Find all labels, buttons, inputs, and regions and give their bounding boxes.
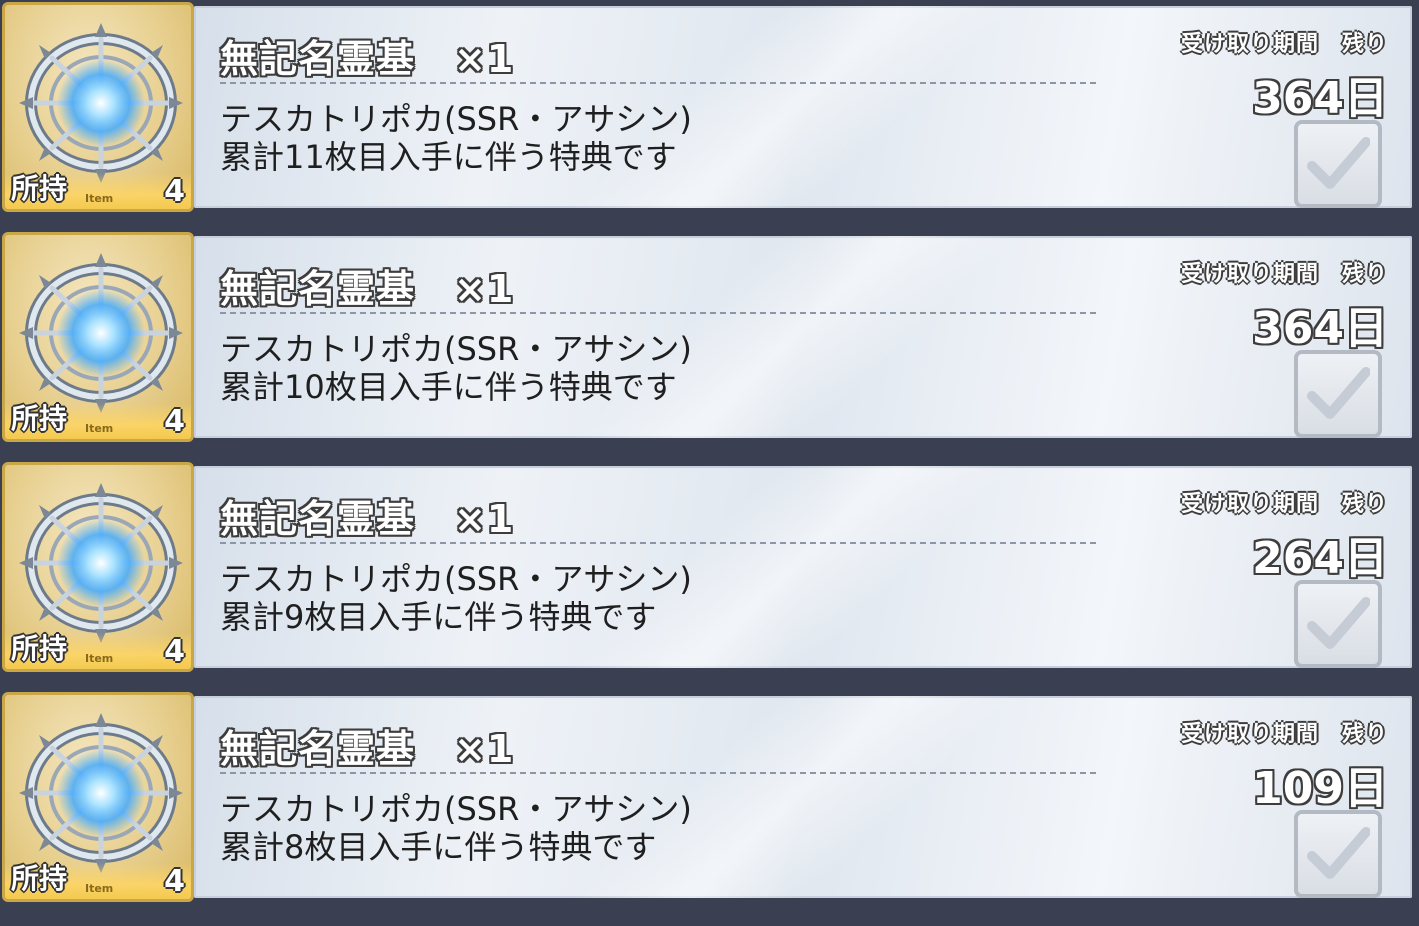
description-line-2: 累計11枚目入手に伴う特典です [220,138,677,176]
description-line-2: 累計9枚目入手に伴う特典です [220,598,657,636]
item-tag: Item [85,882,114,895]
present-row[interactable]: 所持 Item 4 無記名霊基 ×1 テスカトリポカ(SSR・アサシン) 累計8… [0,690,1419,904]
present-row[interactable]: 所持 Item 4 無記名霊基 ×1 テスカトリポカ(SSR・アサシン) 累計1… [0,230,1419,444]
item-tag: Item [85,652,114,665]
spirit-origin-icon [19,253,183,413]
days-remaining: 364日 [1252,303,1388,354]
spirit-origin-icon [19,713,183,873]
own-count: 4 [164,404,185,439]
divider [220,542,1096,544]
own-label: 所持 [11,862,68,895]
check-icon [1307,597,1370,649]
item-description: テスカトリポカ(SSR・アサシン) 累計11枚目入手に伴う特典です [220,100,692,176]
description-line-1: テスカトリポカ(SSR・アサシン) [220,100,692,138]
own-label: 所持 [11,172,68,205]
item-tag: Item [85,192,114,205]
days-remaining: 109日 [1252,763,1388,814]
description-line-2: 累計8枚目入手に伴う特典です [220,828,657,866]
days-remaining: 264日 [1252,533,1388,584]
description-line-2: 累計10枚目入手に伴う特典です [220,368,677,406]
spirit-origin-icon [19,23,183,183]
item-tag: Item [85,422,114,435]
period-label: 受け取り期間 残り [1180,262,1388,287]
item-title: 無記名霊基 ×1 [220,497,515,541]
divider [220,772,1096,774]
present-card[interactable]: 無記名霊基 ×1 テスカトリポカ(SSR・アサシン) 累計10枚目入手に伴う特典… [194,236,1412,438]
select-checkbox[interactable] [1294,810,1382,898]
item-thumbnail[interactable]: 所持 Item 4 [2,692,194,902]
own-count: 4 [164,174,185,209]
check-icon [1307,827,1370,879]
description-line-1: テスカトリポカ(SSR・アサシン) [220,330,692,368]
divider [220,82,1096,84]
description-line-1: テスカトリポカ(SSR・アサシン) [220,560,692,598]
period-label: 受け取り期間 残り [1180,32,1388,57]
item-title: 無記名霊基 ×1 [220,37,515,81]
own-count: 4 [164,634,185,669]
period-label: 受け取り期間 残り [1180,492,1388,517]
item-thumbnail[interactable]: 所持 Item 4 [2,2,194,212]
select-checkbox[interactable] [1294,580,1382,668]
item-title: 無記名霊基 ×1 [220,727,515,771]
item-description: テスカトリポカ(SSR・アサシン) 累計10枚目入手に伴う特典です [220,330,692,406]
period-label: 受け取り期間 残り [1180,722,1388,747]
own-label: 所持 [11,632,68,665]
item-thumbnail[interactable]: 所持 Item 4 [2,232,194,442]
spirit-origin-icon [19,483,183,643]
own-label: 所持 [11,402,68,435]
description-line-1: テスカトリポカ(SSR・アサシン) [220,790,692,828]
days-remaining: 364日 [1252,73,1388,124]
own-count: 4 [164,864,185,899]
item-description: テスカトリポカ(SSR・アサシン) 累計8枚目入手に伴う特典です [220,790,692,866]
present-card[interactable]: 無記名霊基 ×1 テスカトリポカ(SSR・アサシン) 累計11枚目入手に伴う特典… [194,6,1412,208]
check-icon [1307,137,1370,189]
check-icon [1307,367,1370,419]
present-list: 所持 Item 4 無記名霊基 ×1 テスカトリポカ(SSR・アサシン) 累計1… [0,0,1419,926]
select-checkbox[interactable] [1294,350,1382,438]
present-row[interactable]: 所持 Item 4 無記名霊基 ×1 テスカトリポカ(SSR・アサシン) 累計9… [0,460,1419,674]
item-description: テスカトリポカ(SSR・アサシン) 累計9枚目入手に伴う特典です [220,560,692,636]
present-row[interactable]: 所持 Item 4 無記名霊基 ×1 テスカトリポカ(SSR・アサシン) 累計1… [0,0,1419,214]
item-thumbnail[interactable]: 所持 Item 4 [2,462,194,672]
present-card[interactable]: 無記名霊基 ×1 テスカトリポカ(SSR・アサシン) 累計9枚目入手に伴う特典で… [194,466,1412,668]
select-checkbox[interactable] [1294,120,1382,208]
item-title: 無記名霊基 ×1 [220,267,515,311]
divider [220,312,1096,314]
present-card[interactable]: 無記名霊基 ×1 テスカトリポカ(SSR・アサシン) 累計8枚目入手に伴う特典で… [194,696,1412,898]
